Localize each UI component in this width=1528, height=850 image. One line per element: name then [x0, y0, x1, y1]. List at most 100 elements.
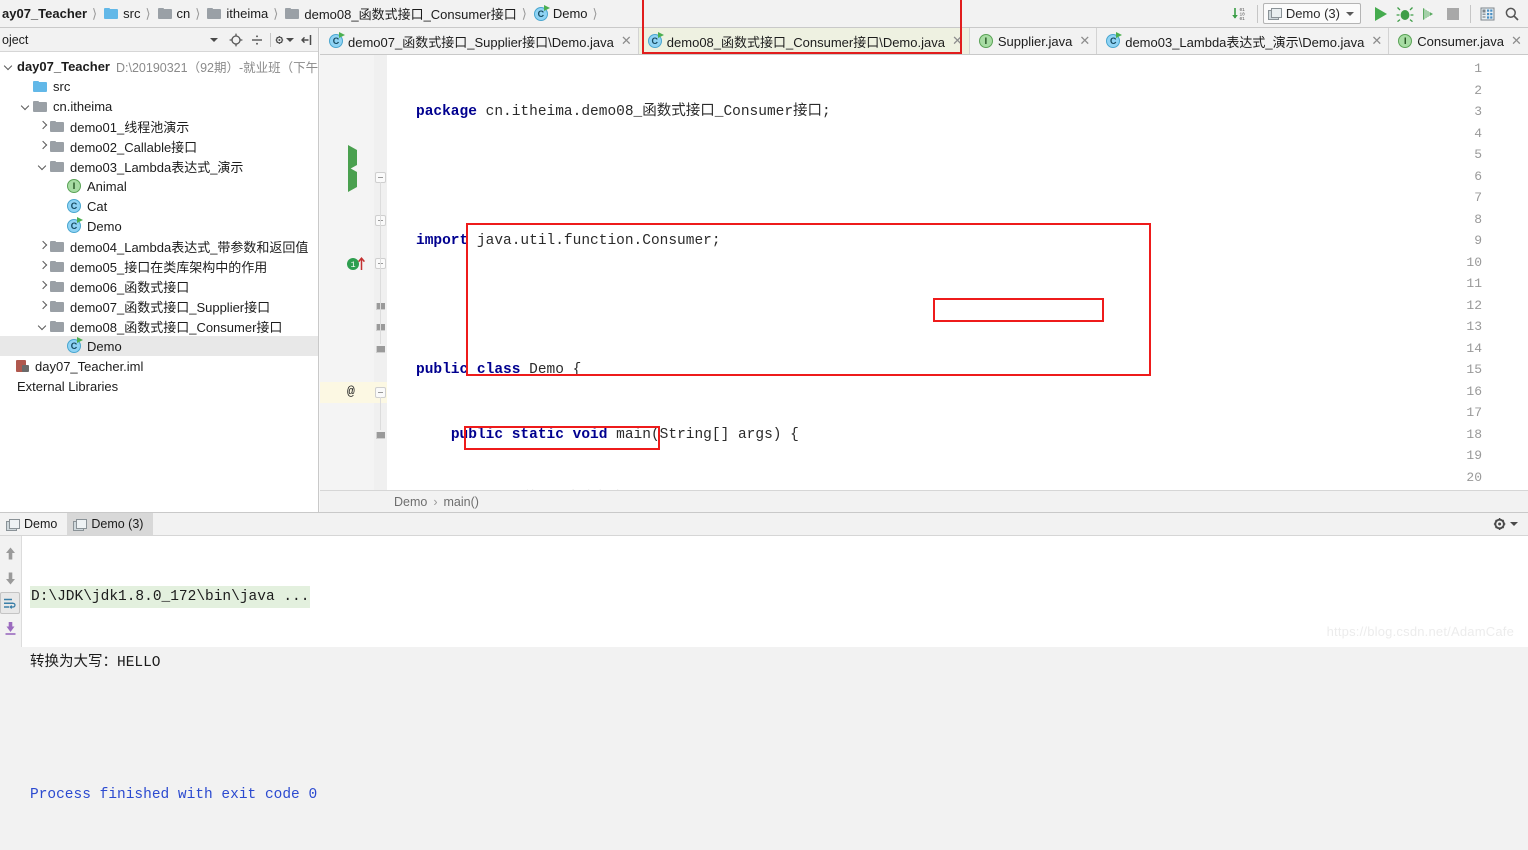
tree-node-label: External Libraries [17, 378, 119, 394]
implementing-method-icon[interactable]: 1 [346, 256, 370, 272]
editor-status-breadcrumb: Demo › main() [320, 490, 1528, 512]
tree-node-animal[interactable]: I Animal [0, 176, 318, 196]
configuration-icon [1267, 8, 1282, 20]
module-file-icon [16, 359, 29, 373]
chevron-right-icon[interactable] [36, 300, 49, 313]
chevron-right-icon[interactable] [36, 140, 49, 153]
chevron-down-icon[interactable] [2, 60, 15, 73]
tree-node-demo05-[interactable]: demo05_接口在类库架构中的作用 [0, 256, 318, 276]
folder-icon [50, 240, 64, 252]
editor-tab-label: Supplier.java [997, 33, 1073, 49]
editor-tab-0[interactable]: C demo07_函数式接口_Supplier接口\Demo.java ✕ [320, 28, 639, 54]
annotation-usage-icon[interactable]: @ [347, 384, 355, 399]
chevron-down-icon [1346, 11, 1354, 16]
scroll-to-end-icon[interactable] [0, 617, 20, 639]
fold-region-line [380, 224, 381, 344]
settings-gear-icon[interactable] [275, 30, 294, 49]
folder-icon [207, 8, 222, 19]
project-panel-tools [226, 30, 318, 49]
debug-button[interactable] [1393, 3, 1417, 25]
chevron-right-icon[interactable] [36, 260, 49, 273]
editor-tab-label: demo03_Lambda表达式_演示\Demo.java [1125, 34, 1365, 50]
tree-node-demo06-[interactable]: demo06_函数式接口 [0, 276, 318, 296]
sort-numeric-icon[interactable]: 01 10 01 [1228, 3, 1252, 25]
tree-node-src[interactable]: src [0, 76, 318, 96]
console-output[interactable]: D:\JDK\jdk1.8.0_172\bin\java ... 转换为大写：H… [22, 536, 1528, 803]
chevron-right-icon[interactable] [36, 120, 49, 133]
search-button[interactable] [1500, 3, 1524, 25]
run-configuration-selector[interactable]: Demo (3) [1262, 3, 1361, 24]
breadcrumb-item-cn[interactable]: cn [154, 0, 193, 28]
tree-node-demo[interactable]: C Demo [0, 216, 318, 236]
tree-node-demo03-lambda-[interactable]: demo03_Lambda表达式_演示 [0, 156, 318, 176]
run-with-coverage-button[interactable] [1417, 3, 1441, 25]
close-icon[interactable]: ✕ [952, 34, 963, 47]
run-button[interactable] [1369, 3, 1393, 25]
tree-node-demo07-supplier-[interactable]: demo07_函数式接口_Supplier接口 [0, 296, 318, 316]
code-text[interactable]: package cn.itheima.demo08_函数式接口_Consumer… [387, 55, 1528, 495]
chevron-right-icon[interactable] [36, 240, 49, 253]
tree-node-demo08-consumer-[interactable]: demo08_函数式接口_Consumer接口 [0, 316, 318, 336]
tree-node-demo[interactable]: C Demo [0, 336, 318, 356]
scroll-up-icon[interactable] [0, 542, 20, 564]
tree-node-label: demo01_线程池演示 [70, 119, 190, 135]
chevron-down-icon[interactable] [36, 320, 49, 333]
breadcrumb-separator: ⟩ [521, 5, 527, 21]
soft-wrap-icon[interactable] [0, 592, 20, 614]
interface-icon: I [1398, 34, 1413, 48]
code-editor[interactable]: 1 2 3 4 5 6 7 8 9 10 11 12 13 14 15 16 17 18 19 20 1 @ packag… [320, 55, 1528, 495]
tree-node-demo01-[interactable]: demo01_线程池演示 [0, 116, 318, 136]
run-tool-window: Demo Demo (3) D:\JDK\jdk1.8.0_172\bin\ja… [0, 512, 1528, 803]
close-icon[interactable]: ✕ [1511, 34, 1522, 47]
tree-node-day07-teacher-iml[interactable]: day07_Teacher.iml [0, 356, 318, 376]
breadcrumb-item-class[interactable]: C Demo [530, 0, 590, 28]
hide-panel-icon[interactable] [296, 30, 315, 49]
fold-end-icon[interactable] [375, 344, 386, 355]
run-gutter-icon[interactable] [348, 166, 357, 192]
stop-button[interactable] [1441, 3, 1465, 25]
scroll-down-icon[interactable] [0, 567, 20, 589]
locate-icon[interactable] [226, 30, 245, 49]
editor-tab-1[interactable]: C demo08_函数式接口_Consumer接口\Demo.java ✕ [638, 28, 970, 54]
chevron-down-icon[interactable] [36, 160, 49, 173]
breadcrumb-item-itheima[interactable]: itheima [203, 0, 270, 28]
breadcrumb-separator: ⟩ [273, 5, 279, 21]
breadcrumb-item-package[interactable]: demo08_函数式接口_Consumer接口 [281, 0, 518, 28]
tree-node-cn-itheima[interactable]: cn.itheima [0, 96, 318, 116]
editor-tab-3[interactable]: C demo03_Lambda表达式_演示\Demo.java ✕ [1097, 28, 1390, 54]
chevron-right-icon[interactable] [36, 280, 49, 293]
chevron-down-icon[interactable] [210, 37, 218, 42]
status-breadcrumb-method[interactable]: main() [444, 495, 479, 509]
svg-text:01: 01 [1240, 16, 1246, 21]
chevron-down-icon[interactable] [19, 100, 32, 113]
editor-tab-2[interactable]: I Supplier.java ✕ [969, 28, 1098, 54]
run-tab-label: Demo (3) [91, 517, 144, 531]
tree-node-label: demo03_Lambda表达式_演示 [70, 159, 244, 175]
folder-icon [50, 120, 64, 132]
editor-tab-4[interactable]: I Consumer.java ✕ [1389, 28, 1528, 54]
run-tab-demo-3[interactable]: Demo (3) [67, 513, 154, 535]
close-icon[interactable]: ✕ [621, 34, 632, 47]
collapse-all-icon[interactable] [247, 30, 266, 49]
toolbar-divider [1256, 4, 1258, 23]
run-tab-demo[interactable]: Demo [0, 513, 67, 535]
breadcrumb-item-src[interactable]: src [100, 0, 142, 28]
status-breadcrumb-class[interactable]: Demo [394, 495, 427, 509]
breadcrumb-item-project[interactable]: ay07_Teacher [2, 0, 89, 28]
editor-tabs: C demo07_函数式接口_Supplier接口\Demo.java ✕ C … [320, 0, 1528, 55]
close-icon[interactable]: ✕ [1371, 34, 1382, 47]
close-icon[interactable]: ✕ [1079, 34, 1090, 47]
run-gutter-icon[interactable] [348, 145, 357, 170]
tree-node-demo04-lambda-[interactable]: demo04_Lambda表达式_带参数和返回值 [0, 236, 318, 256]
fold-end-icon[interactable] [375, 430, 386, 441]
stop-icon [1447, 7, 1459, 20]
tree-node-demo02-callable-[interactable]: demo02_Callable接口 [0, 136, 318, 156]
run-configuration-label: Demo (3) [1285, 6, 1340, 21]
project-structure-button[interactable] [1476, 3, 1500, 25]
run-icon [1375, 6, 1387, 21]
tree-node-external-libraries[interactable]: External Libraries [0, 376, 318, 396]
editor-tab-label: demo07_函数式接口_Supplier接口\Demo.java [348, 34, 614, 50]
tree-node-day07-teacher[interactable]: day07_Teacher D:\20190321（92期）-就业班（下午） [0, 56, 318, 76]
tree-node-cat[interactable]: C Cat [0, 196, 318, 216]
run-panel-settings[interactable] [1493, 513, 1528, 535]
